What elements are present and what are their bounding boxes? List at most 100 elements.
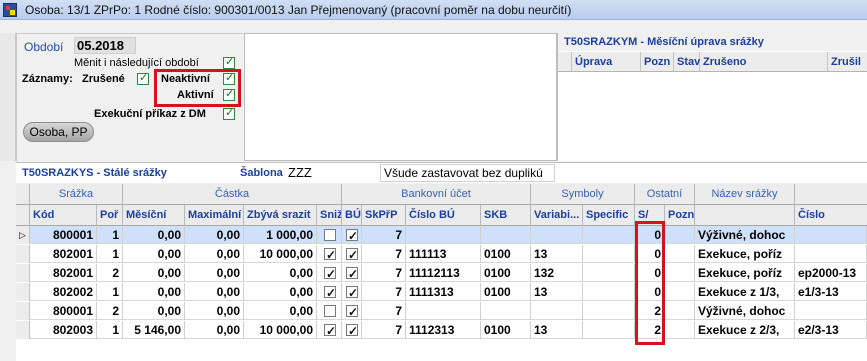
- cell-cislo_bu[interactable]: 1111313: [406, 283, 481, 301]
- obdobi-field[interactable]: 05.2018: [74, 37, 136, 54]
- cell-pozn[interactable]: [665, 302, 695, 320]
- table-row[interactable]: 80200120,000,000,0071111211301001320Exek…: [16, 264, 867, 282]
- column-nazev[interactable]: [695, 205, 795, 226]
- cell-kod[interactable]: 800001: [30, 302, 97, 320]
- cell-cislo_bu[interactable]: 11112113: [406, 264, 481, 282]
- cell-maximalni[interactable]: 0,00: [185, 283, 244, 301]
- cell-mesicni[interactable]: 0,00: [123, 226, 185, 244]
- cell-por[interactable]: 2: [97, 264, 123, 282]
- column-pozn[interactable]: Pozn: [665, 205, 695, 226]
- cell-cislo[interactable]: [795, 245, 867, 263]
- cell-spec[interactable]: [583, 283, 635, 301]
- sniz-checkbox[interactable]: [324, 305, 336, 317]
- osoba-pp-button[interactable]: Osoba, PP: [23, 122, 94, 142]
- column-kod[interactable]: Kód: [30, 205, 97, 226]
- row-indicator[interactable]: [16, 245, 30, 263]
- column-specificky[interactable]: Specific: [583, 205, 635, 226]
- cell-maximalni[interactable]: 0,00: [185, 226, 244, 244]
- bu-checkbox[interactable]: [346, 265, 358, 282]
- cell-cislo[interactable]: [795, 226, 867, 244]
- sniz-checkbox[interactable]: [324, 229, 336, 241]
- cell-zbyva[interactable]: 10 000,00: [244, 321, 317, 339]
- column-mesicni[interactable]: Měsíční: [123, 205, 185, 226]
- sniz-checkbox[interactable]: [324, 284, 336, 301]
- cell-skb[interactable]: 0100: [481, 264, 531, 282]
- column-header[interactable]: Úprava: [572, 52, 641, 71]
- row-indicator[interactable]: [16, 264, 30, 282]
- cell-pozn[interactable]: [665, 264, 695, 282]
- bu-checkbox[interactable]: [346, 246, 358, 263]
- table-row[interactable]: 80200210,000,000,00711113130100130Exekuc…: [16, 283, 867, 301]
- column-cislo[interactable]: Číslo: [795, 205, 867, 226]
- bu-checkbox[interactable]: [346, 284, 358, 301]
- sniz-checkbox[interactable]: [324, 322, 336, 339]
- cell-spec[interactable]: [583, 264, 635, 282]
- column-bu[interactable]: BÚ: [342, 205, 362, 226]
- cell-nazev[interactable]: Výživné, dohoc: [695, 302, 795, 320]
- cell-nazev[interactable]: Exekuce, poříz: [695, 245, 795, 263]
- cell-mesicni[interactable]: 0,00: [123, 302, 185, 320]
- cell-maximalni[interactable]: 0,00: [185, 321, 244, 339]
- cell-por[interactable]: 2: [97, 302, 123, 320]
- cell-nazev[interactable]: Exekuce z 2/3,: [695, 321, 795, 339]
- column-por[interactable]: Poř: [97, 205, 123, 226]
- cell-var[interactable]: 13: [531, 321, 583, 339]
- cell-cislo_bu[interactable]: 1112313: [406, 321, 481, 339]
- cell-s[interactable]: 0: [635, 226, 665, 244]
- cell-var[interactable]: 132: [531, 264, 583, 282]
- cell-kod[interactable]: 802001: [30, 245, 97, 263]
- row-indicator[interactable]: [16, 321, 30, 339]
- cell-kod[interactable]: 800001: [30, 226, 97, 244]
- column-zbyva[interactable]: Zbývá srazit: [244, 205, 317, 226]
- column-variabilni[interactable]: Variabi...: [531, 205, 583, 226]
- cell-skb[interactable]: 0100: [481, 245, 531, 263]
- cell-maximalni[interactable]: 0,00: [185, 264, 244, 282]
- column-header[interactable]: Pozn: [641, 52, 674, 71]
- cell-por[interactable]: 1: [97, 321, 123, 339]
- cell-s[interactable]: 0: [635, 264, 665, 282]
- sniz-checkbox[interactable]: [324, 265, 336, 282]
- bu-checkbox[interactable]: [346, 227, 358, 244]
- cell-cislo_bu[interactable]: [406, 226, 481, 244]
- exekucni-checkbox[interactable]: [223, 106, 235, 120]
- table-row[interactable]: ▷80000110,000,001 000,0070Výživné, dohoc: [16, 226, 867, 244]
- cell-spec[interactable]: [583, 226, 635, 244]
- cell-skb[interactable]: [481, 302, 531, 320]
- table-row[interactable]: 80200110,000,0010 000,0071111130100130Ex…: [16, 245, 867, 263]
- cell-por[interactable]: 1: [97, 283, 123, 301]
- cell-spec[interactable]: [583, 245, 635, 263]
- cell-maximalni[interactable]: 0,00: [185, 302, 244, 320]
- cell-mesicni[interactable]: 0,00: [123, 283, 185, 301]
- cell-kod[interactable]: 802002: [30, 283, 97, 301]
- cell-nazev[interactable]: Exekuce, poříz: [695, 264, 795, 282]
- cell-skprp[interactable]: 7: [362, 245, 406, 263]
- bu-checkbox[interactable]: [346, 303, 358, 320]
- column-header[interactable]: Zrušil: [828, 52, 867, 71]
- cell-skb[interactable]: [481, 226, 531, 244]
- cell-cislo_bu[interactable]: 111113: [406, 245, 481, 263]
- cell-skprp[interactable]: 7: [362, 226, 406, 244]
- cell-pozn[interactable]: [665, 283, 695, 301]
- cell-skprp[interactable]: 7: [362, 302, 406, 320]
- menit-checkbox[interactable]: [223, 55, 235, 69]
- cell-var[interactable]: [531, 302, 583, 320]
- cell-mesicni[interactable]: 0,00: [123, 264, 185, 282]
- cell-s[interactable]: 0: [635, 283, 665, 301]
- cell-cislo[interactable]: e2/3-13: [795, 321, 867, 339]
- column-s[interactable]: S/: [635, 205, 665, 226]
- cell-skb[interactable]: 0100: [481, 283, 531, 301]
- column-skb[interactable]: SKB: [481, 205, 531, 226]
- bu-checkbox[interactable]: [346, 322, 358, 339]
- cell-skb[interactable]: 0100: [481, 321, 531, 339]
- cell-var[interactable]: [531, 226, 583, 244]
- row-indicator[interactable]: ▷: [16, 226, 30, 244]
- zrusene-checkbox[interactable]: [137, 71, 149, 85]
- table-row[interactable]: 80200315 146,000,0010 000,00 711123130100…: [16, 321, 867, 339]
- column-skprp[interactable]: SkPřP: [362, 205, 406, 226]
- cell-zbyva[interactable]: 1 000,00: [244, 226, 317, 244]
- cell-pozn[interactable]: [665, 226, 695, 244]
- cell-var[interactable]: 13: [531, 245, 583, 263]
- cell-zbyva[interactable]: 10 000,00: [244, 245, 317, 263]
- cell-s[interactable]: 2: [635, 302, 665, 320]
- cell-maximalni[interactable]: 0,00: [185, 245, 244, 263]
